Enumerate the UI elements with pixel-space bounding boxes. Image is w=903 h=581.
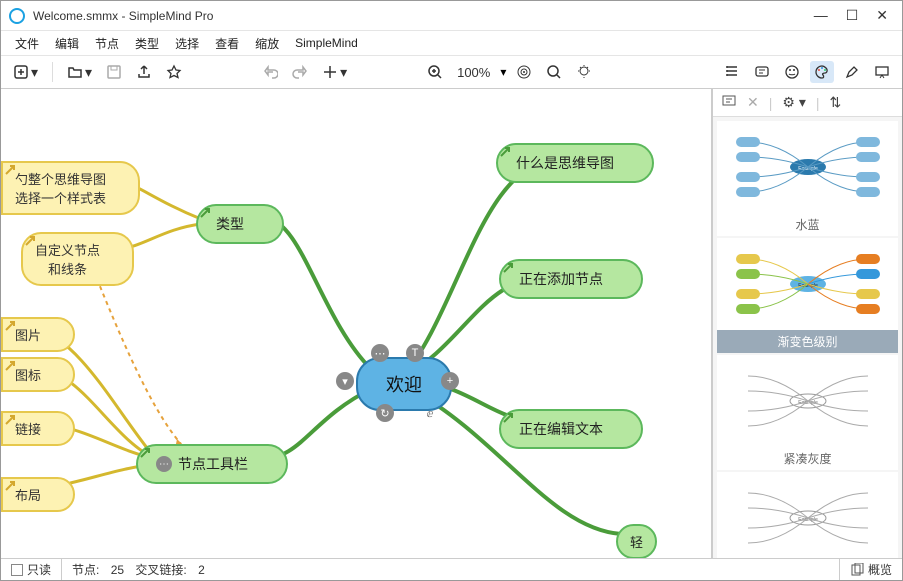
menu-simplemind[interactable]: SimpleMind (289, 34, 364, 52)
menu-edit[interactable]: 编辑 (49, 33, 85, 54)
close-button[interactable]: ✕ (876, 7, 888, 24)
save-button[interactable] (102, 61, 126, 83)
node-custom[interactable]: 自定义节点 和线条 (21, 232, 134, 286)
right-tools (720, 61, 894, 83)
theme-item[interactable]: Example水蓝 (717, 121, 898, 236)
theme-label: 渐变色级别 (717, 330, 898, 353)
zoom-button[interactable] (423, 61, 447, 83)
titlebar: Welcome.smmx - SimpleMind Pro — ☐ ✕ (1, 1, 902, 31)
idea-button[interactable] (572, 61, 596, 83)
theme-preview: Example (717, 472, 898, 558)
mindmap-canvas[interactable]: 欢迎 ⋯ T ▾ + ↻ ⅇ 什么是思维导图 正在添加节点 正在编辑文本 轻 类… (1, 89, 712, 558)
link-icon (47, 328, 61, 342)
link-icon (112, 181, 126, 195)
target-button[interactable] (512, 61, 536, 83)
node-count: 节点: 25 交叉链接: 2 (62, 559, 215, 580)
node-icon[interactable]: 图标 (1, 357, 75, 392)
handle-options[interactable]: ⋯ (371, 344, 389, 362)
theme-list[interactable]: Example水蓝Example渐变色级别Example紧凑灰度Example (713, 117, 902, 558)
side-toolbar: ✕ | ⚙ ▾ | ⇅ (713, 89, 902, 117)
window-controls: — ☐ ✕ (814, 7, 888, 24)
side-sort-button[interactable]: ⇅ (829, 94, 841, 111)
theme-item[interactable]: Example渐变色级别 (717, 238, 898, 353)
node-layout[interactable]: 布局 (1, 477, 75, 512)
presentation-button[interactable] (870, 61, 894, 83)
side-panel: ✕ | ⚙ ▾ | ⇅ Example水蓝Example渐变色级别Example… (712, 89, 902, 558)
link-icon (47, 422, 61, 436)
side-close-button[interactable]: ✕ (747, 94, 759, 111)
share-button[interactable] (132, 61, 156, 83)
menu-type[interactable]: 类型 (129, 33, 165, 54)
link-icon (47, 488, 61, 502)
minimize-button[interactable]: — (814, 7, 828, 24)
node-adding[interactable]: 正在添加节点 (499, 259, 643, 299)
node-pic[interactable]: 图片 (1, 317, 75, 352)
link-icon (106, 252, 120, 266)
new-button[interactable]: ▾ (9, 61, 42, 84)
handle-collapse[interactable]: ▾ (336, 372, 354, 390)
outline-panel-button[interactable] (720, 61, 744, 83)
app-icon (9, 8, 25, 24)
link-icon (620, 156, 634, 170)
node-what-is-mindmap[interactable]: 什么是思维导图 (496, 143, 654, 183)
app-window: Welcome.smmx - SimpleMind Pro — ☐ ✕ 文件 编… (0, 0, 903, 581)
link-icon (609, 272, 623, 286)
toolbar: ▾ ▾ ▾ 100%▾ (1, 55, 902, 89)
copy-icon (850, 563, 864, 577)
handle-refresh[interactable]: ↻ (376, 404, 394, 422)
node-type[interactable]: 类型 (196, 204, 284, 244)
window-title: Welcome.smmx - SimpleMind Pro (33, 9, 814, 23)
theme-item[interactable]: Example紧凑灰度 (717, 355, 898, 470)
menu-select[interactable]: 选择 (169, 33, 205, 54)
highlighter-button[interactable] (840, 61, 864, 83)
menubar: 文件 编辑 节点 类型 选择 查看 缩放 SimpleMind (1, 31, 902, 55)
readonly-toggle[interactable]: 只读 (1, 559, 62, 580)
undo-button[interactable] (258, 61, 282, 83)
theme-item[interactable]: Example (717, 472, 898, 558)
emoji-panel-button[interactable] (780, 61, 804, 83)
overview-button[interactable]: 概览 (839, 559, 902, 580)
zoom-level[interactable]: 100% (453, 62, 494, 83)
node-style-whole[interactable]: 勺整个思维导图 选择一个样式表 (1, 161, 140, 215)
theme-preview: Example (717, 355, 898, 447)
more-icon: ⋯ (156, 456, 172, 472)
handle-text[interactable]: T (406, 344, 424, 362)
node-editing[interactable]: 正在编辑文本 (499, 409, 643, 449)
link-icon (609, 422, 623, 436)
menu-zoom[interactable]: 缩放 (249, 33, 285, 54)
style-panel-button[interactable] (810, 61, 834, 83)
theme-label: 水蓝 (717, 213, 898, 236)
menu-node[interactable]: 节点 (89, 33, 125, 54)
node-root[interactable]: 欢迎 (356, 357, 452, 411)
favorite-button[interactable] (162, 61, 186, 83)
side-settings-button[interactable]: ⚙ ▾ (782, 94, 805, 111)
theme-preview: Example (717, 121, 898, 213)
menu-view[interactable]: 查看 (209, 33, 245, 54)
open-button[interactable]: ▾ (63, 61, 96, 84)
redo-button[interactable] (288, 61, 312, 83)
menu-file[interactable]: 文件 (9, 33, 45, 54)
node-link[interactable]: 链接 (1, 411, 75, 446)
link-icon (47, 368, 61, 382)
content: 欢迎 ⋯ T ▾ + ↻ ⅇ 什么是思维导图 正在添加节点 正在编辑文本 轻 类… (1, 89, 902, 558)
theme-label: 紧凑灰度 (717, 447, 898, 470)
link-icon (254, 457, 268, 471)
maximize-button[interactable]: ☐ (846, 7, 859, 24)
handle-add[interactable]: + (441, 372, 459, 390)
link-icon (250, 217, 264, 231)
node-light[interactable]: 轻 (616, 524, 657, 558)
handle-epsilon[interactable]: ⅇ (421, 404, 439, 422)
side-edit-button[interactable] (721, 93, 737, 112)
search-button[interactable] (542, 61, 566, 83)
theme-preview: Example (717, 238, 898, 330)
add-button[interactable]: ▾ (318, 61, 351, 84)
checkbox-icon (11, 564, 23, 576)
node-toolbar[interactable]: ⋯节点工具栏 (136, 444, 288, 484)
notes-panel-button[interactable] (750, 61, 774, 83)
statusbar: 只读 节点: 25 交叉链接: 2 概览 (1, 558, 902, 580)
